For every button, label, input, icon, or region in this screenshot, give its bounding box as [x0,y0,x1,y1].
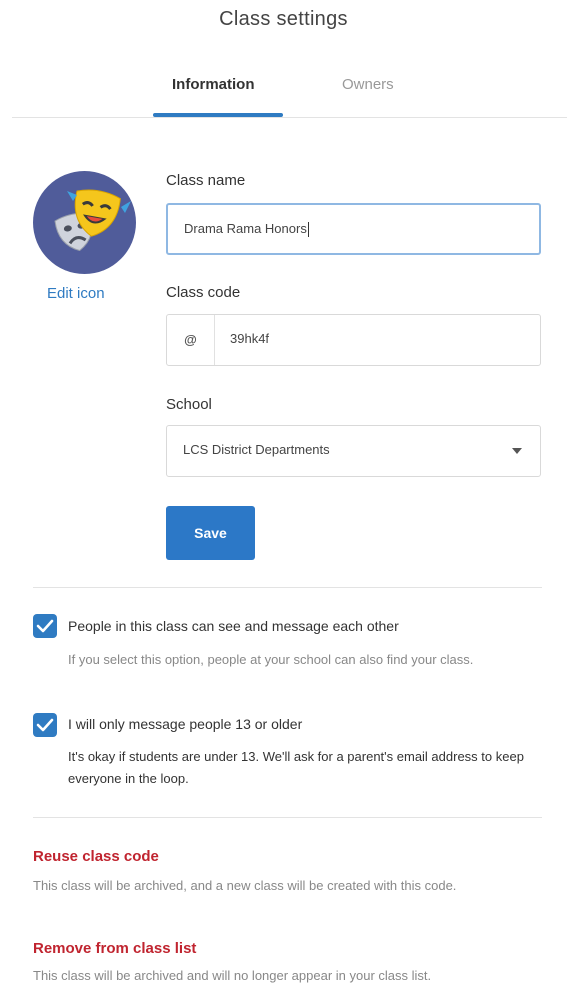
class-code-label: Class code [166,284,241,301]
class-code-field: @ 39hk4f [166,314,541,366]
tab-bar: Information Owners [0,72,567,120]
school-select[interactable]: LCS District Departments [166,425,541,477]
tab-owners[interactable]: Owners [342,76,394,93]
age-13-checkbox[interactable] [33,713,57,737]
edit-icon-link[interactable]: Edit icon [47,285,105,302]
drama-masks-icon[interactable] [33,171,136,274]
class-name-value: Drama Rama Honors [184,221,309,238]
see-message-checkbox[interactable] [33,614,57,638]
save-button[interactable]: Save [166,506,255,560]
section-divider [33,587,542,588]
checkmark-icon [36,718,54,732]
tabs-divider [12,117,567,118]
checkmark-icon [36,619,54,633]
section-divider [33,817,542,818]
remove-from-class-list-link[interactable]: Remove from class list [33,940,196,957]
see-message-label: People in this class can see and message… [68,618,399,634]
reuse-class-code-description: This class will be archived, and a new c… [33,878,457,893]
see-message-help: If you select this option, people at you… [68,652,474,667]
age-13-label: I will only message people 13 or older [68,716,303,732]
reuse-class-code-link[interactable]: Reuse class code [33,848,159,865]
chevron-down-icon [512,448,522,454]
class-name-input[interactable]: Drama Rama Honors [166,203,541,255]
remove-from-class-list-description: This class will be archived and will no … [33,968,432,983]
page-title: Class settings [219,8,348,30]
school-label: School [166,396,212,413]
class-code-value: 39hk4f [230,331,270,346]
age-13-help: It's okay if students are under 13. We'l… [68,749,524,786]
text-caret [307,222,309,238]
tab-information[interactable]: Information [172,76,255,93]
at-prefix: @ [167,315,215,365]
class-name-label: Class name [166,172,246,189]
school-selected-value: LCS District Departments [183,442,330,457]
